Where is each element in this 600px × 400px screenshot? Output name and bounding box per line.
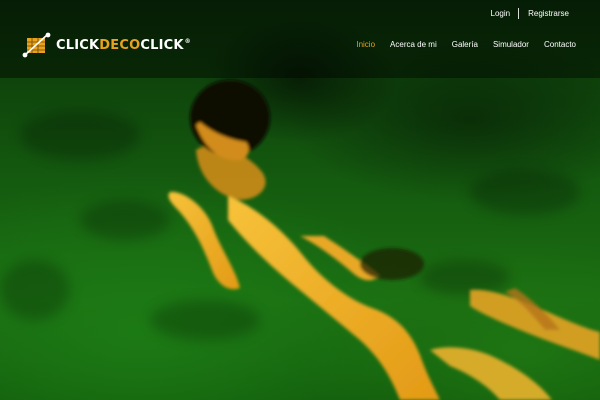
nav-item-contacto[interactable]: Contacto: [544, 40, 576, 49]
nav-item-acerca[interactable]: Acerca de mi: [390, 40, 437, 49]
site-logo[interactable]: CLICKDECOCLICK®: [22, 32, 191, 58]
nav-item-galeria[interactable]: Galería: [452, 40, 478, 49]
logo-text-click-2: CLICK: [140, 37, 184, 53]
divider: [518, 7, 520, 19]
logo-wordmark: CLICKDECOCLICK®: [56, 38, 191, 53]
register-link[interactable]: Registrarse: [528, 9, 569, 18]
registered-mark: ®: [184, 37, 191, 45]
site-header: Login Registrarse CLICKDECOCLICK® Inicio…: [0, 0, 600, 78]
logo-mark-icon: [22, 32, 51, 58]
utility-links: Login Registrarse: [491, 7, 569, 19]
main-nav: Inicio Acerca de mi Galería Simulador Co…: [356, 38, 576, 50]
login-link[interactable]: Login: [491, 9, 511, 18]
nav-item-inicio[interactable]: Inicio: [356, 40, 375, 49]
logo-text-deco: DECO: [99, 37, 141, 53]
logo-text-click: CLICK: [56, 37, 100, 53]
nav-item-simulador[interactable]: Simulador: [493, 40, 529, 49]
